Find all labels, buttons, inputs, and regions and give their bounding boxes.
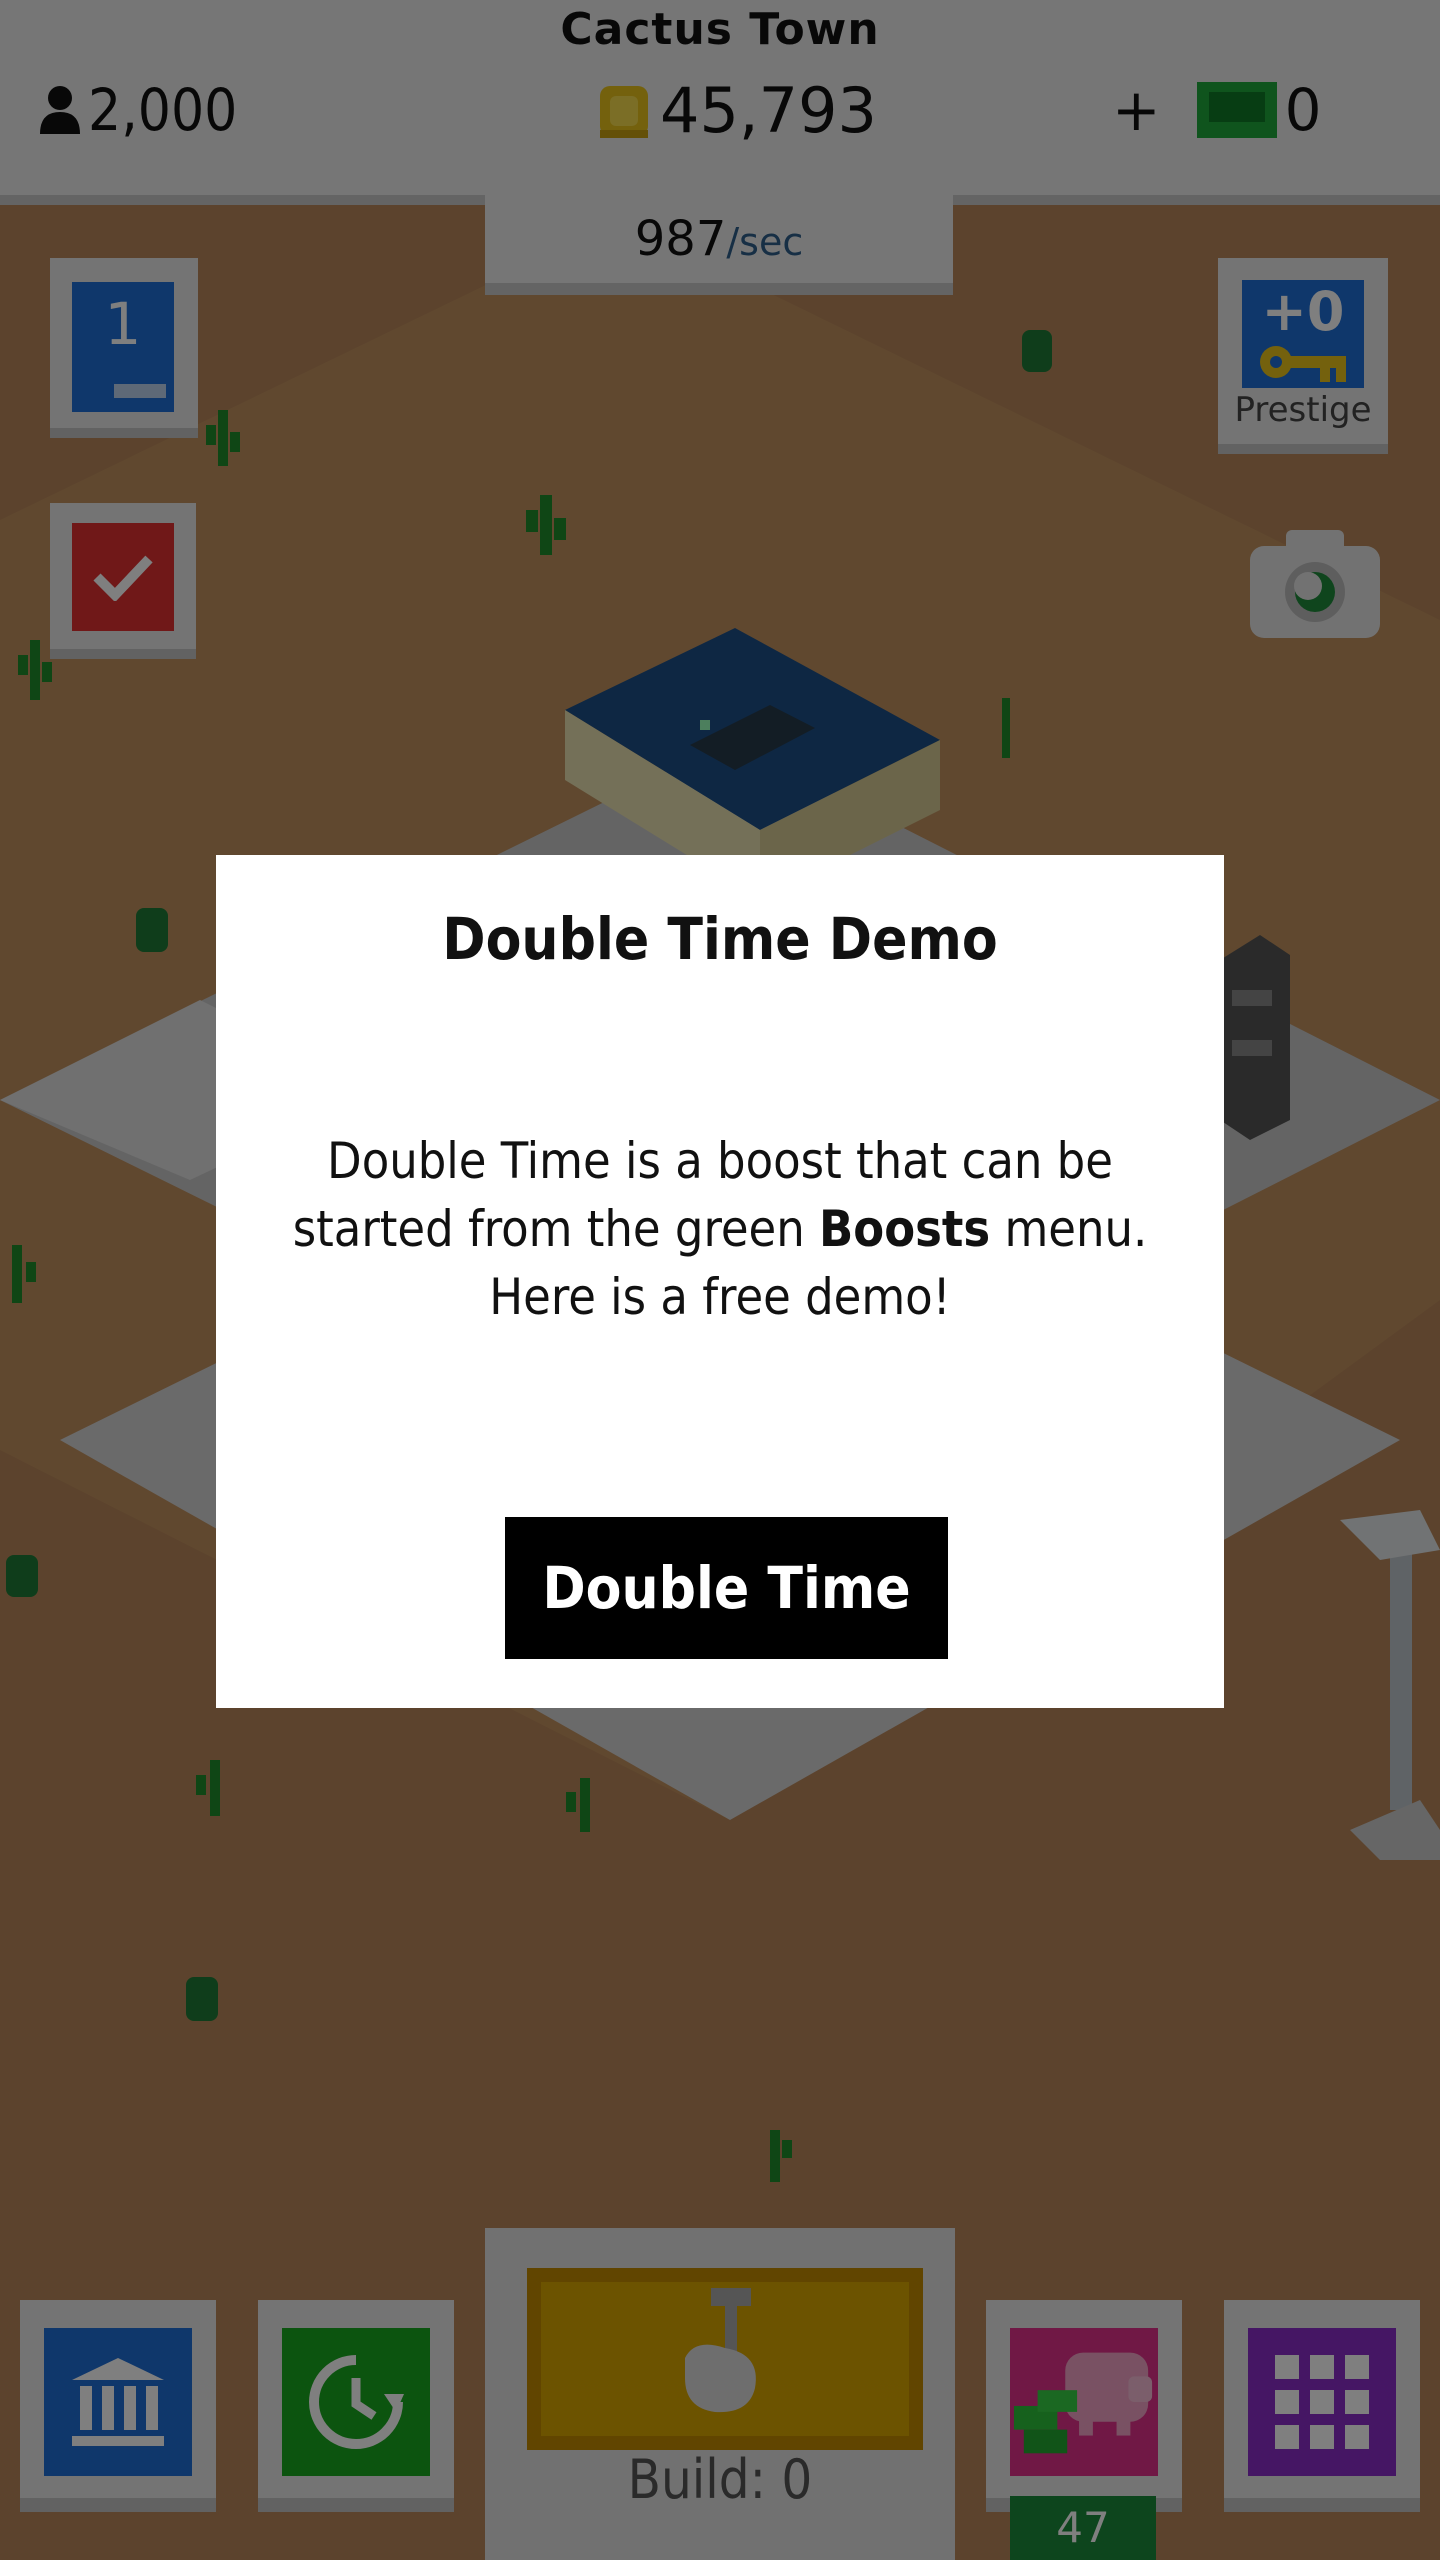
dialog-body-line-2: started from the green Boosts menu. (256, 1195, 1184, 1263)
dialog-body-line-1: Double Time is a boost that can be (327, 1132, 1113, 1190)
boosts-menu-reference: Boosts (819, 1200, 991, 1258)
dialog-body-line-2-start: started from the green (292, 1200, 820, 1258)
dialog-body-line-2-end: menu. (990, 1200, 1148, 1258)
double-time-button[interactable]: Double Time (505, 1517, 948, 1659)
double-time-demo-dialog: Double Time Demo Double Time is a boost … (216, 855, 1224, 1708)
dialog-title: Double Time Demo (442, 905, 998, 973)
dialog-body: Double Time is a boost that can be start… (256, 1127, 1184, 1331)
dialog-body-line-3: Here is a free demo! (489, 1268, 951, 1326)
